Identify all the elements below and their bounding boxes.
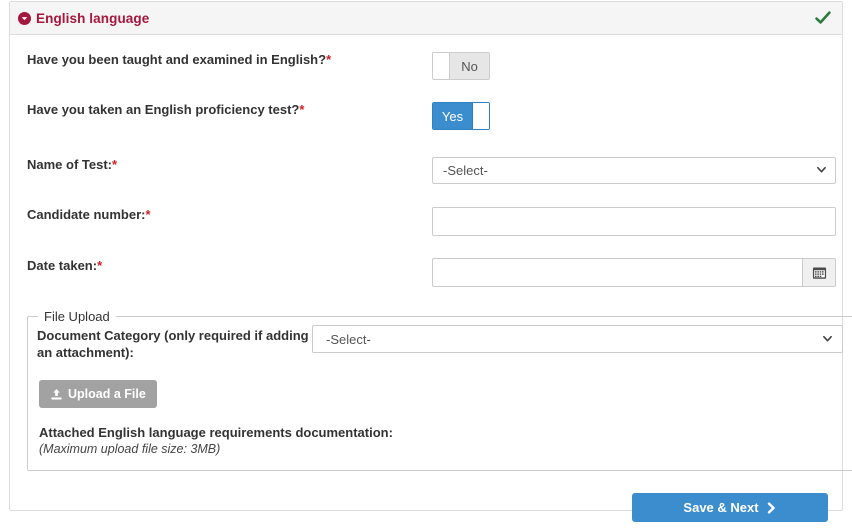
toggle-knob — [472, 103, 489, 129]
control-proficiency-test: Yes — [432, 102, 830, 130]
save-and-next-button[interactable]: Save & Next — [632, 493, 828, 522]
row-proficiency-test: Have you taken an English proficiency te… — [10, 102, 842, 130]
upload-a-file-label: Upload a File — [68, 387, 146, 401]
label-name-of-test: Name of Test:* — [18, 157, 432, 173]
row-candidate-number: Candidate number:* — [10, 207, 842, 236]
row-document-category: Document Category (only required if addi… — [28, 324, 852, 361]
date-taken-group — [432, 258, 836, 287]
circle-caret-down-icon[interactable] — [18, 11, 31, 25]
control-name-of-test: -Select- — [432, 157, 836, 184]
panel-body: Have you been taught and examined in Eng… — [10, 52, 852, 522]
label-date-taken-text: Date taken: — [27, 258, 98, 273]
label-candidate-number: Candidate number:* — [18, 207, 432, 223]
toggle-taught-in-english[interactable]: No — [432, 52, 490, 80]
chevron-down-icon — [816, 163, 827, 178]
row-taught-in-english: Have you been taught and examined in Eng… — [10, 52, 842, 80]
required-marker: * — [112, 157, 118, 172]
date-taken-input[interactable] — [432, 258, 802, 287]
label-proficiency-test-text: Have you taken an English proficiency te… — [27, 102, 300, 117]
required-marker: * — [145, 207, 151, 222]
calendar-button[interactable] — [802, 258, 836, 287]
upload-a-file-button[interactable]: Upload a File — [39, 380, 157, 408]
panel-header[interactable]: English language — [10, 2, 842, 35]
document-category-selected-value: -Select- — [326, 331, 371, 347]
chevron-right-icon — [766, 501, 777, 514]
label-date-taken: Date taken:* — [18, 258, 432, 274]
required-marker: * — [97, 258, 103, 273]
file-upload-legend: File Upload — [44, 309, 110, 324]
file-upload-fieldset: File Upload Document Category (only requ… — [27, 309, 852, 471]
save-and-next-label: Save & Next — [683, 500, 759, 515]
upload-icon — [50, 388, 63, 401]
row-date-taken: Date taken:* — [10, 258, 842, 287]
required-marker: * — [299, 102, 305, 117]
panel-footer: Save & Next — [10, 471, 842, 522]
candidate-number-input[interactable] — [432, 207, 836, 236]
attached-documentation-title: Attached English language requirements d… — [39, 425, 393, 440]
control-date-taken — [432, 258, 836, 287]
required-marker: * — [326, 52, 332, 67]
toggle-label: No — [449, 53, 489, 79]
label-taught-in-english-text: Have you been taught and examined in Eng… — [27, 52, 327, 67]
label-document-category: Document Category (only required if addi… — [37, 328, 309, 360]
document-category-select[interactable]: -Select- — [312, 325, 843, 353]
english-language-panel: English language Have you been taught an… — [9, 1, 852, 522]
toggle-label: Yes — [433, 103, 472, 129]
toggle-knob — [433, 53, 449, 79]
chevron-down-icon — [822, 332, 833, 347]
name-of-test-selected-value: -Select- — [443, 163, 488, 178]
green-check-icon — [814, 9, 832, 27]
row-name-of-test: Name of Test:* -Select- — [10, 157, 842, 184]
label-name-of-test-text: Name of Test: — [27, 157, 112, 172]
toggle-proficiency-test[interactable]: Yes — [432, 102, 490, 130]
control-candidate-number — [432, 207, 836, 236]
name-of-test-select[interactable]: -Select- — [432, 157, 836, 184]
label-proficiency-test: Have you taken an English proficiency te… — [18, 102, 432, 118]
page-title: English language — [36, 10, 150, 26]
label-taught-in-english: Have you been taught and examined in Eng… — [18, 52, 432, 68]
calendar-icon — [812, 267, 826, 279]
control-taught-in-english: No — [432, 52, 830, 80]
max-upload-size-note: (Maximum upload file size: 3MB) — [39, 442, 221, 456]
label-candidate-number-text: Candidate number: — [27, 207, 146, 222]
